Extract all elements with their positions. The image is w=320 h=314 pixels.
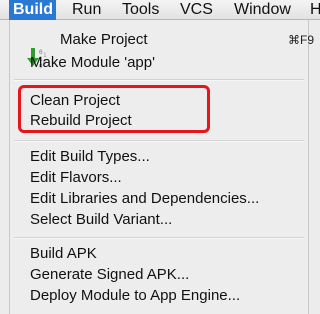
menu-item-label: Make Project xyxy=(60,31,148,48)
menu-item-make-module[interactable]: Make Module 'app' xyxy=(30,53,155,73)
menu-item-deploy-module[interactable]: Deploy Module to App Engine... xyxy=(30,286,240,306)
menu-separator xyxy=(14,79,304,81)
menu-separator xyxy=(14,237,304,239)
make-project-shortcut: ⌘F9 xyxy=(288,33,315,47)
menu-item-label: Make Module 'app' xyxy=(30,54,155,71)
menu-item-label: Edit Libraries and Dependencies... xyxy=(30,190,260,207)
menu-item-select-build-variant[interactable]: Select Build Variant... xyxy=(30,210,172,230)
menu-item-label: Generate Signed APK... xyxy=(30,266,190,283)
screen: Build Run Tools VCS Window H 0 1 0 1 0 M… xyxy=(0,0,320,314)
menu-item-label: Select Build Variant... xyxy=(30,211,173,228)
menubar-help[interactable]: H xyxy=(306,0,320,20)
menu-item-make-project[interactable]: Make Project xyxy=(60,30,148,50)
menubar-run[interactable]: Run xyxy=(68,0,105,20)
menu-item-label: Build APK xyxy=(30,245,97,262)
menu-item-label: Clean Project xyxy=(30,92,121,109)
menubar-vcs[interactable]: VCS xyxy=(176,0,217,20)
menu-item-edit-flavors[interactable]: Edit Flavors... xyxy=(30,168,122,188)
build-menu-dropdown: 0 1 0 1 0 Make Project ⌘F9 Make Module '… xyxy=(9,20,314,314)
menu-item-clean-project[interactable]: Clean Project xyxy=(30,91,120,111)
menubar-build[interactable]: Build xyxy=(9,0,56,20)
menu-bar: Build Run Tools VCS Window H xyxy=(0,0,320,20)
menu-item-label: Deploy Module to App Engine... xyxy=(30,287,241,304)
menu-item-label: Rebuild Project xyxy=(30,112,132,129)
menu-item-generate-signed-apk[interactable]: Generate Signed APK... xyxy=(30,265,189,285)
menu-item-label: Edit Flavors... xyxy=(30,169,122,186)
menu-item-label: Edit Build Types... xyxy=(30,148,150,165)
menubar-tools[interactable]: Tools xyxy=(118,0,163,20)
menubar-window[interactable]: Window xyxy=(230,0,295,20)
menu-item-edit-build-types[interactable]: Edit Build Types... xyxy=(30,147,150,167)
menu-item-rebuild-project[interactable]: Rebuild Project xyxy=(30,111,132,131)
menu-item-build-apk[interactable]: Build APK xyxy=(30,244,97,264)
menu-separator xyxy=(14,140,304,142)
menu-item-edit-libraries[interactable]: Edit Libraries and Dependencies... xyxy=(30,189,259,209)
